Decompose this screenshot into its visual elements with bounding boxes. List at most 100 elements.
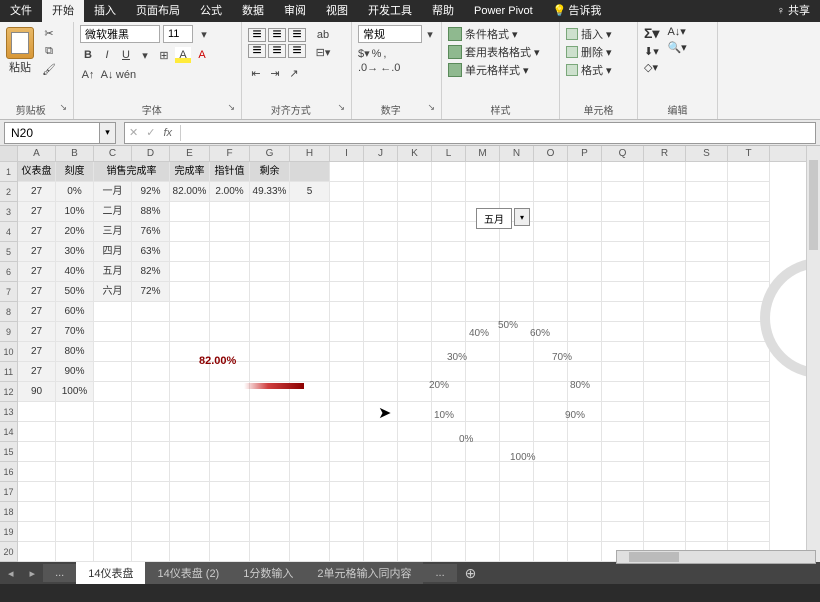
wrap-text-button[interactable]: ab <box>315 27 331 43</box>
cell[interactable]: 27 <box>18 202 56 222</box>
cell[interactable] <box>534 422 568 442</box>
cell[interactable] <box>500 362 534 382</box>
tab-formulas[interactable]: 公式 <box>190 0 232 22</box>
cell[interactable] <box>466 482 500 502</box>
cell[interactable] <box>602 282 644 302</box>
row-header[interactable]: 4 <box>0 222 18 242</box>
cell[interactable]: 90% <box>56 362 94 382</box>
cell[interactable]: 销售完成率 <box>94 162 170 182</box>
cell[interactable] <box>644 422 686 442</box>
tab-help[interactable]: 帮助 <box>422 0 464 22</box>
col-header-S[interactable]: S <box>686 146 728 161</box>
cell[interactable]: 27 <box>18 262 56 282</box>
cell[interactable] <box>132 542 170 562</box>
row-header[interactable]: 17 <box>0 482 18 502</box>
select-all-corner[interactable] <box>0 146 18 161</box>
cell[interactable] <box>602 262 644 282</box>
cell[interactable] <box>290 222 330 242</box>
col-header-T[interactable]: T <box>728 146 770 161</box>
share-button[interactable]: ♀ 共享 <box>767 0 820 22</box>
cell[interactable] <box>18 442 56 462</box>
cell[interactable] <box>364 182 398 202</box>
increase-font-icon[interactable]: A↑ <box>80 67 96 83</box>
cell[interactable] <box>250 262 290 282</box>
cell[interactable] <box>432 282 466 302</box>
cell[interactable] <box>466 442 500 462</box>
cell[interactable] <box>644 502 686 522</box>
cell[interactable] <box>728 202 770 222</box>
cell[interactable] <box>170 222 210 242</box>
sheet-tab-3[interactable]: 2单元格输入同内容 <box>305 562 423 584</box>
cell[interactable] <box>330 462 364 482</box>
cell[interactable] <box>644 402 686 422</box>
cell[interactable] <box>500 162 534 182</box>
format-cells-button[interactable]: 格式 ▾ <box>566 61 631 79</box>
cell[interactable] <box>398 222 432 242</box>
cell[interactable] <box>686 382 728 402</box>
cell[interactable] <box>466 302 500 322</box>
format-painter-icon[interactable]: 🖌 <box>41 61 57 77</box>
cell[interactable] <box>170 202 210 222</box>
cell[interactable] <box>686 482 728 502</box>
cell[interactable] <box>330 522 364 542</box>
cell[interactable] <box>568 442 602 462</box>
col-header-P[interactable]: P <box>568 146 602 161</box>
cell[interactable] <box>568 302 602 322</box>
cell[interactable] <box>568 182 602 202</box>
indent-right-icon[interactable]: ⇥ <box>267 65 283 81</box>
cell[interactable] <box>432 482 466 502</box>
cell[interactable]: 27 <box>18 222 56 242</box>
cell[interactable] <box>250 442 290 462</box>
vertical-scrollbar[interactable] <box>806 146 820 562</box>
cell[interactable] <box>466 502 500 522</box>
cell[interactable]: 72% <box>132 282 170 302</box>
cell[interactable] <box>686 202 728 222</box>
tab-insert[interactable]: 插入 <box>84 0 126 22</box>
cell[interactable] <box>728 522 770 542</box>
font-size-combo[interactable] <box>163 25 193 43</box>
cell[interactable] <box>330 542 364 562</box>
cell[interactable] <box>18 522 56 542</box>
cell[interactable] <box>170 542 210 562</box>
cell[interactable] <box>500 342 534 362</box>
fill-button[interactable]: ⬇▾ <box>644 45 659 58</box>
cell[interactable] <box>210 282 250 302</box>
cell[interactable] <box>250 222 290 242</box>
cell[interactable] <box>398 342 432 362</box>
cell[interactable] <box>568 462 602 482</box>
cell[interactable] <box>686 422 728 442</box>
cell[interactable] <box>534 282 568 302</box>
cell[interactable] <box>500 402 534 422</box>
tab-layout[interactable]: 页面布局 <box>126 0 190 22</box>
cell[interactable] <box>500 422 534 442</box>
cell[interactable]: 88% <box>132 202 170 222</box>
cell[interactable] <box>132 402 170 422</box>
row-header[interactable]: 13 <box>0 402 18 422</box>
cell[interactable] <box>210 242 250 262</box>
cell[interactable] <box>210 202 250 222</box>
horizontal-scrollbar[interactable] <box>616 550 816 564</box>
cell[interactable] <box>132 482 170 502</box>
cell[interactable] <box>534 222 568 242</box>
month-dropdown[interactable]: 五月 <box>476 208 512 229</box>
cell[interactable] <box>466 342 500 362</box>
cell[interactable] <box>602 422 644 442</box>
cell[interactable]: 50% <box>56 282 94 302</box>
cell[interactable] <box>210 262 250 282</box>
cell[interactable] <box>568 202 602 222</box>
cell[interactable] <box>210 442 250 462</box>
cell[interactable] <box>18 502 56 522</box>
cell[interactable] <box>432 242 466 262</box>
cell[interactable] <box>534 382 568 402</box>
cell[interactable] <box>290 262 330 282</box>
cell[interactable] <box>644 482 686 502</box>
cell[interactable] <box>644 442 686 462</box>
cell[interactable] <box>364 242 398 262</box>
cell[interactable] <box>364 542 398 562</box>
cell[interactable] <box>500 242 534 262</box>
tab-review[interactable]: 审阅 <box>274 0 316 22</box>
cell[interactable] <box>568 522 602 542</box>
cell[interactable] <box>290 342 330 362</box>
cell[interactable] <box>290 482 330 502</box>
cell[interactable] <box>466 542 500 562</box>
